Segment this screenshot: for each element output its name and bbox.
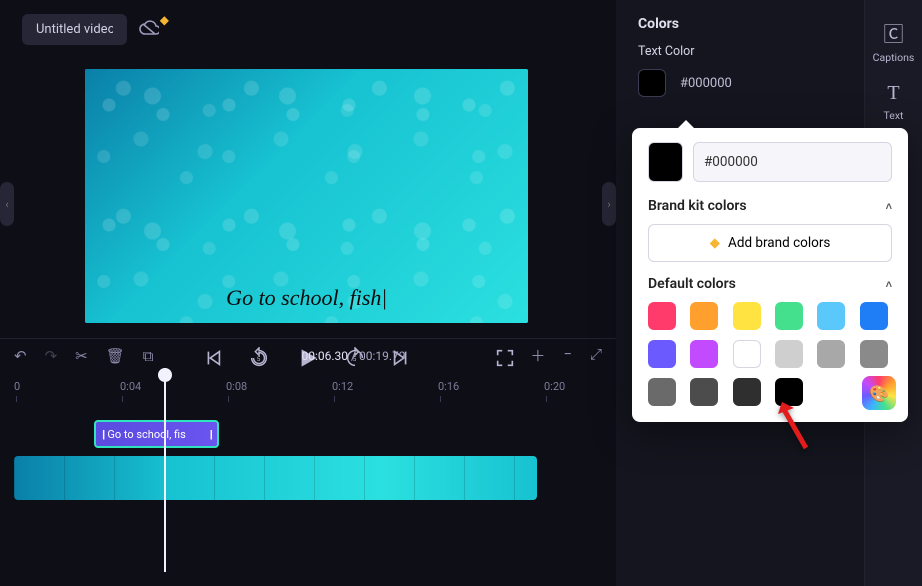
left-edge-handle[interactable]: ‹ <box>0 182 14 226</box>
color-swatch[interactable] <box>860 340 888 368</box>
timeline-toolbar: ↶ ↷ ✂ 🗑 ⧉ 00:06.30 / 00:19.79 ＋ − ⤢ <box>0 338 616 372</box>
playhead[interactable] <box>164 368 166 572</box>
zoom-out-icon[interactable]: − <box>563 345 572 366</box>
captions-icon: 🄲 <box>883 18 903 47</box>
split-icon[interactable]: ✂ <box>75 347 88 365</box>
timeline-ruler[interactable]: 0 0:04 0:08 0:12 0:16 0:20 <box>14 380 602 402</box>
rail-text[interactable]: T Text <box>884 82 904 122</box>
color-picker-popover: Brand kit colors ˄ ◆ Add brand colors De… <box>632 128 908 422</box>
redo-icon[interactable]: ↷ <box>45 347 58 365</box>
ruler-tick: 0:16 <box>438 380 459 393</box>
caption-overlay-text[interactable]: Go to school, fish <box>226 285 387 311</box>
rail-captions-label: Captions <box>873 51 915 64</box>
default-colors-section-header[interactable]: Default colors ˄ <box>648 276 892 292</box>
current-time: 00:06.30 <box>302 349 349 363</box>
brand-section-label: Brand kit colors <box>648 198 747 214</box>
diamond-icon: ◆ <box>160 13 169 27</box>
project-title-input[interactable] <box>22 14 127 45</box>
color-swatch[interactable] <box>648 302 676 330</box>
right-edge-handle[interactable]: › <box>602 182 616 226</box>
caption-clip-label: Go to school, fis <box>107 428 185 441</box>
add-brand-label: Add brand colors <box>728 235 830 251</box>
annotation-arrow <box>776 400 816 454</box>
color-swatch[interactable] <box>817 340 845 368</box>
diamond-icon: ◆ <box>710 235 720 251</box>
color-swatch[interactable] <box>648 340 676 368</box>
color-swatch[interactable] <box>860 302 888 330</box>
cloud-sync-icon: ◆ <box>139 20 159 40</box>
ruler-tick: 0:20 <box>544 380 565 393</box>
clip-grip-left-icon[interactable]: || <box>102 428 103 441</box>
palette-icon: 🎨 <box>869 384 889 403</box>
ruler-tick: 0 <box>14 380 20 393</box>
add-brand-colors-button[interactable]: ◆ Add brand colors <box>648 224 892 262</box>
color-swatch[interactable] <box>690 340 718 368</box>
picker-current-swatch[interactable] <box>648 142 683 182</box>
caption-clip[interactable]: || Go to school, fis || <box>94 420 219 448</box>
custom-color-button[interactable]: 🎨 <box>862 376 896 410</box>
color-swatch[interactable] <box>733 378 761 406</box>
chevron-up-icon: ˄ <box>886 200 892 213</box>
rail-captions[interactable]: 🄲 Captions <box>873 18 915 64</box>
chevron-up-icon: ˄ <box>886 278 892 291</box>
total-time: 00:19.79 <box>359 349 406 363</box>
undo-icon[interactable]: ↶ <box>14 347 27 365</box>
video-clip[interactable] <box>14 456 537 500</box>
ruler-tick: 0:08 <box>226 380 247 393</box>
color-swatch[interactable] <box>690 302 718 330</box>
color-swatch[interactable] <box>648 378 676 406</box>
picker-hex-input[interactable] <box>693 142 892 182</box>
fit-timeline-icon[interactable]: ⤢ <box>590 345 602 366</box>
rail-text-label: Text <box>884 109 904 122</box>
text-color-row[interactable]: #000000 <box>638 69 900 97</box>
text-color-label: Text Color <box>638 44 900 59</box>
text-icon: T <box>887 82 899 105</box>
color-swatch[interactable] <box>733 302 761 330</box>
text-color-hex: #000000 <box>680 76 732 91</box>
default-section-label: Default colors <box>648 276 736 292</box>
delete-icon[interactable]: 🗑 <box>106 347 125 365</box>
duplicate-icon[interactable]: ⧉ <box>143 347 154 365</box>
video-preview[interactable]: Go to school, fish <box>85 69 528 323</box>
color-swatch[interactable] <box>775 302 803 330</box>
color-swatch[interactable] <box>733 340 761 368</box>
timeline-time-display: 00:06.30 / 00:19.79 <box>302 349 406 363</box>
brand-colors-section-header[interactable]: Brand kit colors ˄ <box>648 198 892 214</box>
panel-heading: Colors <box>638 16 900 32</box>
ruler-tick: 0:04 <box>120 380 141 393</box>
ruler-tick: 0:12 <box>332 380 353 393</box>
clip-grip-right-icon[interactable]: || <box>210 428 211 441</box>
color-swatch[interactable] <box>817 302 845 330</box>
default-swatch-grid <box>648 302 892 406</box>
color-swatch[interactable] <box>775 340 803 368</box>
add-track-icon[interactable]: ＋ <box>530 345 545 366</box>
color-swatch[interactable] <box>690 378 718 406</box>
text-color-swatch[interactable] <box>638 69 666 97</box>
